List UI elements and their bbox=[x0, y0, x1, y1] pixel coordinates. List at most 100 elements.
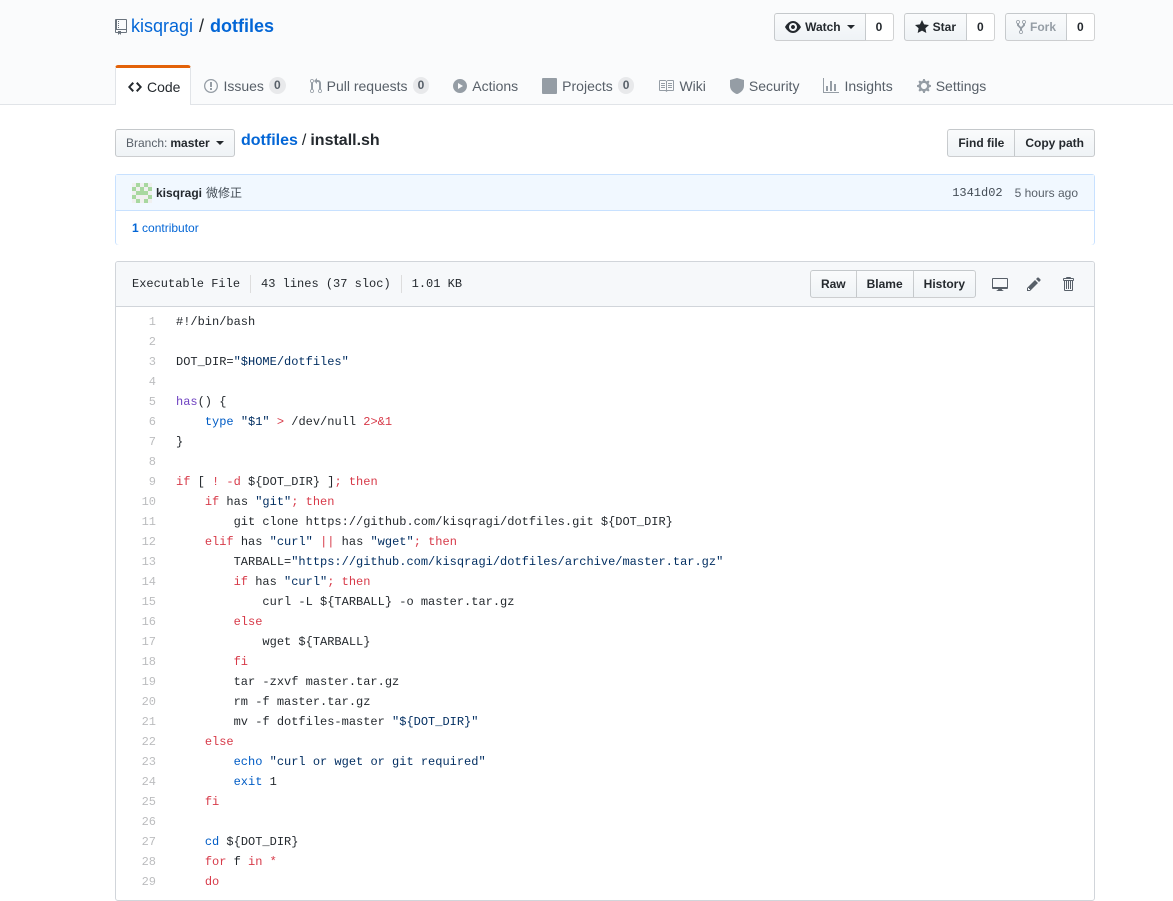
tab-security[interactable]: Security bbox=[717, 65, 811, 105]
find-file-button[interactable]: Find file bbox=[947, 129, 1016, 157]
line-number[interactable]: 20 bbox=[116, 692, 166, 712]
desktop-icon[interactable] bbox=[984, 270, 1016, 298]
line-number[interactable]: 17 bbox=[116, 632, 166, 652]
branch-select-button[interactable]: Branch: master bbox=[115, 129, 235, 157]
avatar[interactable] bbox=[132, 182, 152, 203]
tab-pull-requests[interactable]: Pull requests 0 bbox=[297, 65, 441, 105]
line-code: for f in * bbox=[166, 852, 277, 872]
line-number[interactable]: 16 bbox=[116, 612, 166, 632]
fork-button[interactable]: Fork bbox=[1004, 13, 1067, 41]
line-number[interactable]: 6 bbox=[116, 412, 166, 432]
repo-nav: Code Issues 0 Pull requests 0 Actions Pr… bbox=[115, 65, 997, 105]
code-token: f bbox=[226, 855, 249, 869]
watch-button[interactable]: Watch bbox=[774, 13, 866, 41]
code-line: 8 bbox=[116, 452, 1094, 472]
tab-label: Projects bbox=[562, 77, 613, 94]
line-number[interactable]: 3 bbox=[116, 352, 166, 372]
line-number[interactable]: 27 bbox=[116, 832, 166, 852]
line-number[interactable]: 2 bbox=[116, 332, 166, 352]
file-actions: Raw Blame History bbox=[809, 270, 1084, 298]
line-number[interactable]: 15 bbox=[116, 592, 166, 612]
line-number[interactable]: 19 bbox=[116, 672, 166, 692]
tab-projects[interactable]: Projects 0 bbox=[529, 65, 645, 105]
code-token: tar -zxvf master.tar.gz bbox=[176, 675, 400, 689]
tab-settings[interactable]: Settings bbox=[904, 65, 998, 105]
copy-path-button[interactable]: Copy path bbox=[1015, 129, 1095, 157]
code-token: for bbox=[204, 855, 227, 869]
watch-count[interactable]: 0 bbox=[865, 13, 894, 41]
contributors-link[interactable]: 1 contributor bbox=[132, 221, 199, 235]
tab-issues[interactable]: Issues 0 bbox=[191, 65, 296, 105]
code-token: #!/bin/bash bbox=[176, 315, 256, 329]
line-number[interactable]: 26 bbox=[116, 812, 166, 832]
line-code: has() { bbox=[166, 392, 226, 412]
line-number[interactable]: 9 bbox=[116, 472, 166, 492]
line-code: if [ ! -d ${DOT_DIR} ]; then bbox=[166, 472, 378, 492]
history-button[interactable]: History bbox=[913, 270, 976, 298]
line-number[interactable]: 13 bbox=[116, 552, 166, 572]
line-number[interactable]: 29 bbox=[116, 872, 166, 892]
tab-code[interactable]: Code bbox=[115, 65, 192, 105]
code-token: ; then bbox=[334, 475, 378, 489]
file-mode: Executable File bbox=[132, 277, 241, 291]
commit-author-link[interactable]: kisqragi bbox=[156, 186, 202, 200]
breadcrumb-root-link[interactable]: dotfiles bbox=[241, 132, 298, 149]
code-token: "curl or wget or git required" bbox=[269, 755, 486, 769]
code-token: curl -L ${TARBALL} -o master.tar.gz bbox=[176, 595, 515, 609]
line-code: } bbox=[166, 432, 183, 452]
code-token: if bbox=[204, 495, 220, 509]
tab-wiki[interactable]: Wiki bbox=[645, 65, 716, 105]
commit-message-link[interactable]: 微修正 bbox=[206, 184, 242, 201]
line-number[interactable]: 21 bbox=[116, 712, 166, 732]
star-count[interactable]: 0 bbox=[966, 13, 995, 41]
watch-group: Watch 0 bbox=[774, 13, 894, 41]
pencil-icon[interactable] bbox=[1018, 270, 1050, 298]
line-number[interactable]: 8 bbox=[116, 452, 166, 472]
pagehead-actions: Watch 0 Star 0 Fork 0 bbox=[774, 13, 1095, 41]
repo-name-link[interactable]: dotfiles bbox=[210, 16, 274, 37]
trash-icon[interactable] bbox=[1052, 270, 1084, 298]
line-number[interactable]: 7 bbox=[116, 432, 166, 452]
commit-meta: 1341d02 5 hours ago bbox=[952, 186, 1078, 200]
line-number[interactable]: 24 bbox=[116, 772, 166, 792]
code-token: 1 bbox=[262, 775, 277, 789]
line-number[interactable]: 18 bbox=[116, 652, 166, 672]
code-token: ; then bbox=[291, 495, 335, 509]
tab-actions[interactable]: Actions bbox=[440, 65, 529, 105]
blame-button[interactable]: Blame bbox=[856, 270, 914, 298]
line-number[interactable]: 22 bbox=[116, 732, 166, 752]
code-token: has bbox=[176, 395, 198, 409]
fork-count[interactable]: 0 bbox=[1067, 13, 1095, 41]
line-number[interactable]: 23 bbox=[116, 752, 166, 772]
code-token: exit bbox=[233, 775, 263, 789]
pull-request-icon bbox=[309, 77, 322, 94]
book-icon bbox=[658, 78, 675, 94]
tab-insights[interactable]: Insights bbox=[810, 65, 903, 105]
line-number[interactable]: 10 bbox=[116, 492, 166, 512]
line-number[interactable]: 5 bbox=[116, 392, 166, 412]
line-code: echo "curl or wget or git required" bbox=[166, 752, 486, 772]
line-number[interactable]: 28 bbox=[116, 852, 166, 872]
tab-label: Issues bbox=[223, 77, 264, 94]
repo-title: kisqragi / dotfiles bbox=[115, 16, 274, 37]
commit-sha-link[interactable]: 1341d02 bbox=[952, 186, 1002, 200]
issue-icon bbox=[204, 78, 219, 94]
code-token: () { bbox=[197, 395, 227, 409]
contributors-label: contributor bbox=[142, 221, 199, 235]
code-line: 15 curl -L ${TARBALL} -o master.tar.gz bbox=[116, 592, 1094, 612]
code-token: "$HOME/dotfiles" bbox=[233, 355, 349, 369]
line-number[interactable]: 12 bbox=[116, 532, 166, 552]
tab-label: Code bbox=[147, 78, 181, 95]
repo-owner-link[interactable]: kisqragi bbox=[131, 16, 193, 37]
line-number[interactable]: 11 bbox=[116, 512, 166, 532]
line-number[interactable]: 1 bbox=[116, 312, 166, 332]
line-number[interactable]: 25 bbox=[116, 792, 166, 812]
line-number[interactable]: 14 bbox=[116, 572, 166, 592]
star-button[interactable]: Star bbox=[903, 13, 967, 41]
raw-button[interactable]: Raw bbox=[809, 270, 857, 298]
code-blob: 1 #!/bin/bash 2 3 DOT_DIR="$HOME/dotfiles" 4 5… bbox=[116, 307, 1094, 892]
line-number[interactable]: 4 bbox=[116, 372, 166, 392]
line-code: elif has "curl" || has "wget"; then bbox=[166, 532, 457, 552]
